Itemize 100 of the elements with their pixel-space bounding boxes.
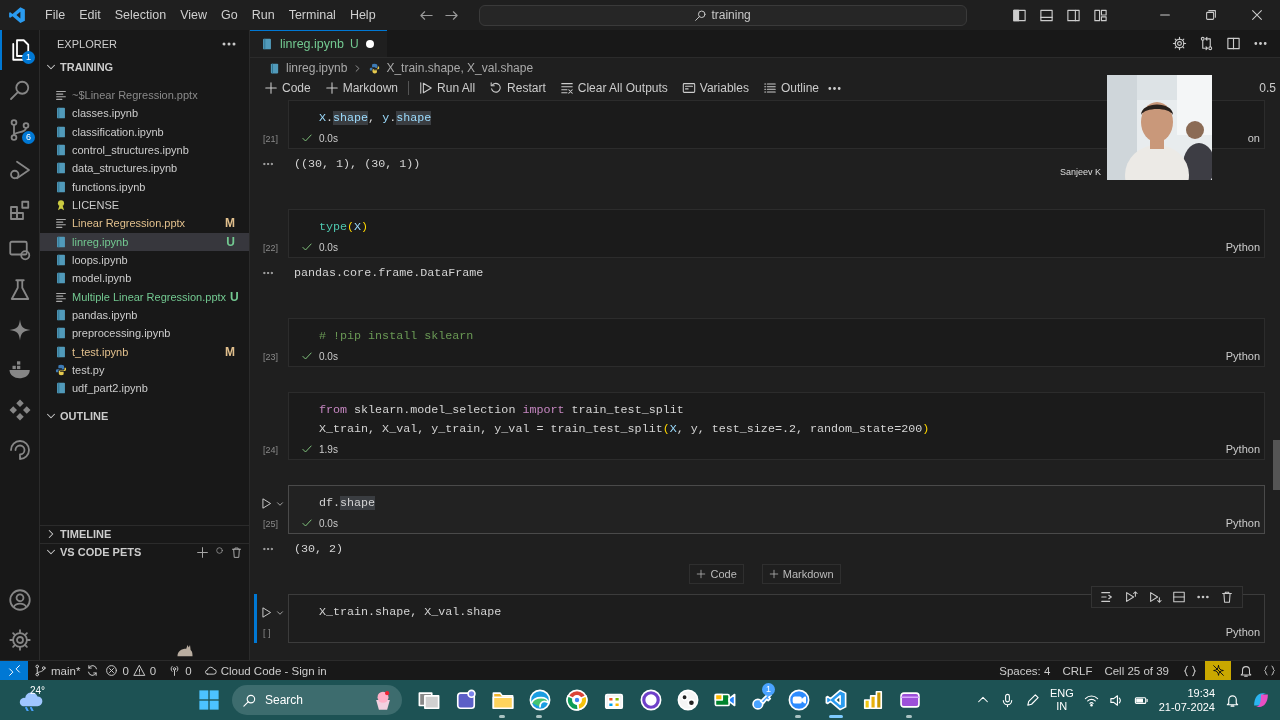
wifi-icon[interactable]	[1083, 692, 1099, 708]
status-item[interactable]: CRLF	[1056, 660, 1099, 681]
toolbar-button[interactable]: Outline	[756, 78, 825, 98]
menu-item[interactable]: Selection	[107, 4, 174, 26]
run-debug-icon[interactable]	[8, 158, 32, 182]
tree-item[interactable]: test.py	[40, 360, 249, 380]
add-cell-button[interactable]: Code	[689, 564, 744, 584]
delete-icon[interactable]	[1220, 590, 1234, 604]
search-icon[interactable]	[8, 78, 32, 102]
scrollbar-thumb[interactable]	[1273, 440, 1280, 490]
menu-item[interactable]: File	[38, 4, 73, 26]
problems-button[interactable]: 0 0	[99, 660, 163, 681]
toolbar-button[interactable]: Clear All Outputs	[553, 78, 674, 98]
status-item[interactable]: Spaces: 4	[993, 660, 1057, 681]
tree-item[interactable]: Linear Regression.pptx M	[40, 214, 249, 233]
circle-icon[interactable]	[215, 545, 224, 555]
tree-item[interactable]: classes.ipynb	[40, 104, 249, 123]
menu-item[interactable]: Terminal	[281, 4, 343, 26]
menu-item[interactable]: View	[173, 4, 214, 26]
section-header[interactable]: VS CODE PETS	[40, 542, 249, 561]
menu-item[interactable]: Go	[214, 4, 245, 26]
flask-icon[interactable]	[8, 278, 32, 302]
cloud-code-button[interactable]: Cloud Code - Sign in	[197, 660, 333, 681]
plus-icon[interactable]	[196, 545, 209, 559]
braces-icon[interactable]	[1183, 663, 1197, 678]
tree-item[interactable]: preprocessing.ipynb	[40, 324, 249, 343]
tree-item[interactable]: pandas.ipynb	[40, 305, 249, 325]
cell-language[interactable]: Python	[1225, 241, 1260, 253]
ports-button[interactable]: 0	[162, 660, 198, 681]
start-icon[interactable]	[198, 689, 220, 711]
run-cell-icon[interactable]	[260, 497, 273, 510]
layout-icon[interactable]	[1093, 7, 1108, 23]
sidebar-toggle-icon[interactable]	[1012, 7, 1027, 23]
section-header[interactable]: TIMELINE	[40, 524, 249, 543]
sync-icon[interactable]	[86, 664, 100, 677]
code-cell[interactable]: df.shape 0.0s Python	[288, 485, 1265, 534]
cell-language[interactable]: Python	[1225, 517, 1260, 529]
compare-icon[interactable]	[1199, 36, 1214, 51]
run-above-icon[interactable]	[1124, 590, 1138, 604]
extensions-icon[interactable]	[8, 198, 32, 222]
monitor-icon[interactable]	[8, 238, 32, 262]
activity-tab[interactable]: 1	[0, 30, 40, 70]
cell-language[interactable]: Python	[1225, 626, 1260, 638]
settings-icon[interactable]	[8, 628, 32, 652]
tree-item[interactable]: udf_part2.ipynb	[40, 379, 249, 398]
command-center[interactable]: training	[478, 4, 967, 26]
status-item[interactable]: Cell 25 of 39	[1098, 660, 1175, 681]
run-below-icon[interactable]	[1148, 590, 1162, 604]
swirl-icon[interactable]	[8, 438, 32, 462]
split-editor-icon[interactable]	[1226, 36, 1241, 51]
tree-item[interactable]: Multiple Linear Regression.pptx U	[40, 287, 249, 306]
toolbar-button[interactable]: Code	[258, 78, 317, 98]
bell-icon[interactable]	[1239, 663, 1253, 678]
search-field[interactable]: Search	[232, 685, 402, 715]
section-header[interactable]: TRAINING	[40, 58, 249, 76]
toolbar-button[interactable]: Variables	[675, 78, 755, 98]
menu-item[interactable]: Help	[342, 4, 383, 26]
remote-button[interactable]	[0, 660, 28, 681]
menu-item[interactable]: Run	[244, 4, 282, 26]
toolbar-button[interactable]: Markdown	[318, 78, 405, 98]
braces-icon[interactable]	[1263, 664, 1276, 677]
lines-icon[interactable]	[1100, 590, 1114, 604]
run-cell-icon[interactable]	[260, 606, 273, 619]
toolbar-button[interactable]: Run All	[413, 78, 482, 98]
app-logo-icon[interactable]	[8, 6, 26, 24]
debug-toggle[interactable]	[1205, 660, 1231, 681]
tree-item[interactable]: LICENSE	[40, 195, 249, 215]
settings-icon[interactable]	[1172, 36, 1187, 51]
add-cell-button[interactable]: Markdown	[761, 564, 841, 584]
breadcrumb[interactable]: linreg.ipynb	[286, 61, 348, 75]
tree-item[interactable]: functions.ipynb	[40, 177, 249, 196]
tree-item[interactable]: data_structures.ipynb	[40, 159, 249, 178]
panel-toggle-icon[interactable]	[1039, 7, 1054, 23]
cell-language[interactable]: Python	[1225, 443, 1260, 455]
cell-language[interactable]: on	[1247, 132, 1260, 144]
editor-tab[interactable]: linreg.ipynb U	[250, 30, 387, 57]
tree-item[interactable]: control_structures.ipynb	[40, 141, 249, 160]
close-icon[interactable]	[1250, 8, 1264, 22]
delete-icon[interactable]	[230, 545, 243, 559]
branch-button[interactable]: main*	[28, 660, 87, 681]
diamonds-icon[interactable]	[8, 398, 32, 422]
bell-icon[interactable]	[1225, 692, 1240, 708]
pen-icon[interactable]	[1024, 692, 1040, 708]
tree-item[interactable]: classification.ipynb	[40, 122, 249, 141]
clock[interactable]: 19:34 21-07-2024	[1158, 686, 1215, 714]
tree-item[interactable]: ~$Linear Regression.pptx	[40, 86, 249, 105]
section-header[interactable]: OUTLINE	[40, 406, 249, 425]
restore-icon[interactable]	[1204, 8, 1218, 22]
tree-item[interactable]: t_test.ipynb M	[40, 342, 249, 361]
tree-item[interactable]: linreg.ipynb U	[40, 232, 249, 251]
source-control-icon[interactable]	[8, 118, 32, 142]
code-cell[interactable]: from sklearn.model_selection import train_test_split X_train, X_val, y_train, y_val = train_test_split(X, y, test_size=.2, random_state=200) 1.9s Python	[288, 392, 1265, 460]
menu-item[interactable]: Edit	[72, 4, 108, 26]
cell-language[interactable]: Python	[1225, 350, 1260, 362]
weather-widget[interactable]: 24°	[18, 685, 48, 715]
breadcrumb[interactable]: X_train.shape, X_val.shape	[386, 61, 534, 75]
input-language[interactable]: ENG IN	[1049, 687, 1074, 713]
activity-tab[interactable]: 6	[0, 110, 40, 150]
tree-item[interactable]: model.ipynb	[40, 269, 249, 288]
tree-item[interactable]: loops.ipynb	[40, 250, 249, 270]
